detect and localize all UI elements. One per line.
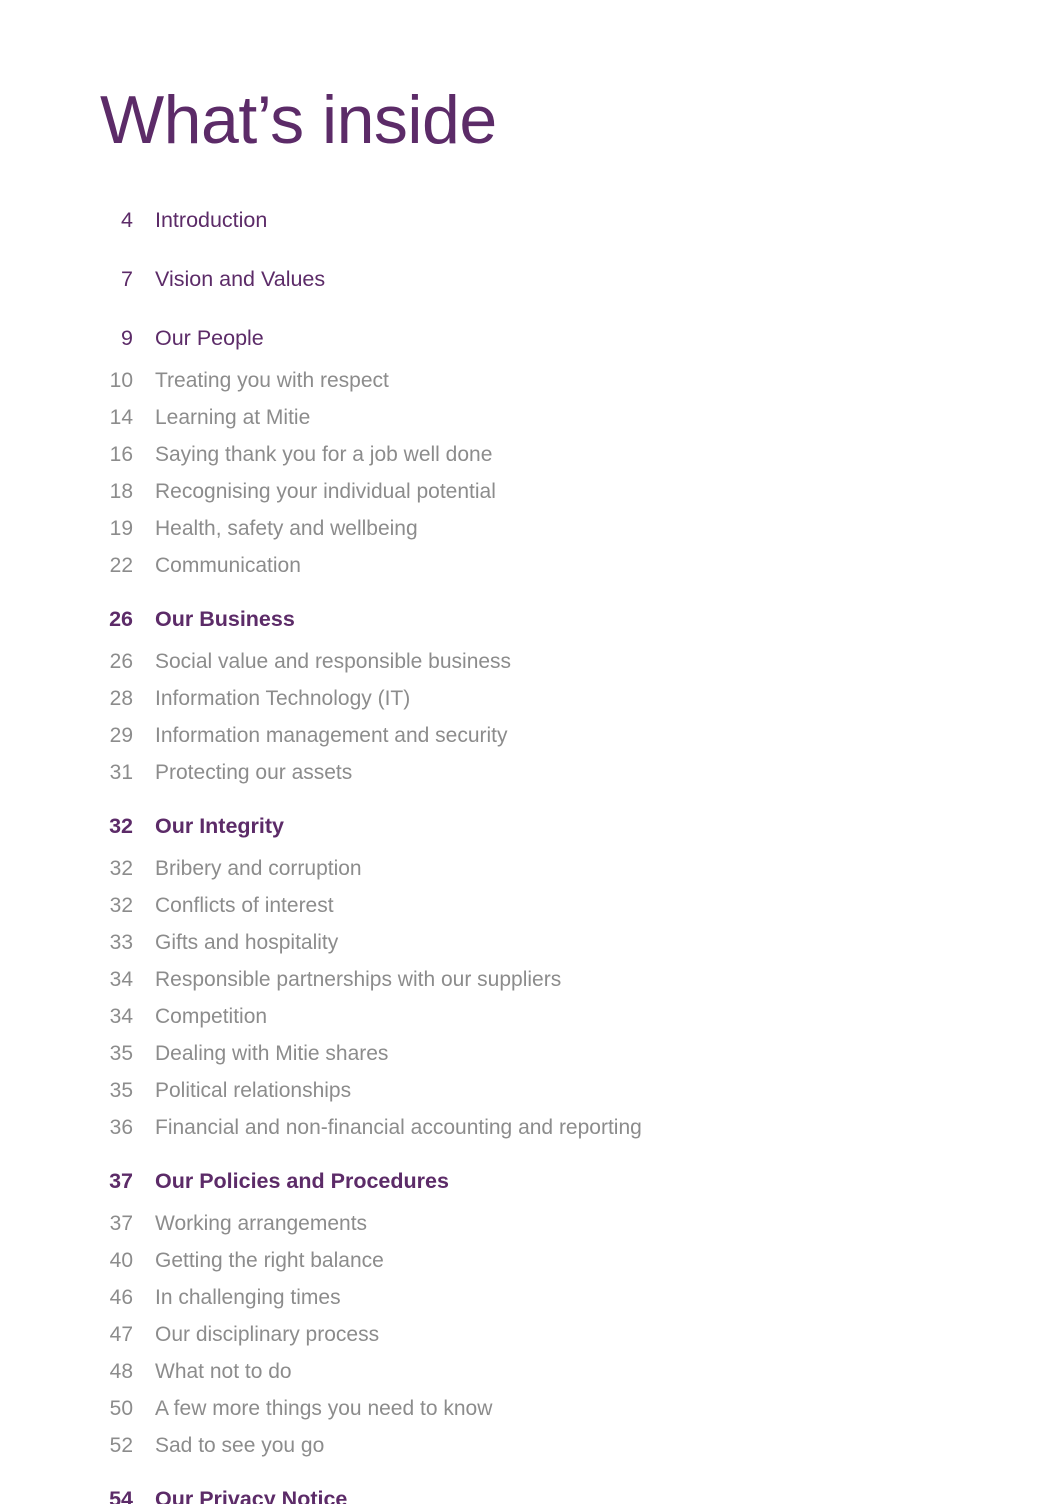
toc-page-number: 32 [109,814,133,838]
toc-entry-row[interactable]: 26 Social value and responsible business [100,643,920,680]
toc-entry-label: Social value and responsible business [155,650,512,673]
toc-section-row[interactable]: 26 Our Business [100,595,920,643]
toc-section-row[interactable]: 4 Introduction [100,196,920,244]
toc-entry-label: Our People [155,326,264,350]
toc-page-number: 34 [109,1005,133,1028]
toc-entry-label: Our disciplinary process [155,1323,380,1346]
toc-page-number: 37 [109,1212,133,1235]
toc-page-number: 34 [109,968,133,991]
toc-entry-label: Political relationships [155,1079,352,1102]
toc-section-row[interactable]: 54 Our Privacy Notice [100,1475,920,1504]
toc-entry-row[interactable]: 16 Saying thank you for a job well done [100,436,920,473]
toc-entry-label: Vision and Values [155,267,326,291]
toc-entry-label: Saying thank you for a job well done [155,443,493,466]
toc-section-row[interactable]: 37 Our Policies and Procedures [100,1157,920,1205]
toc-entry-row[interactable]: 35 Dealing with Mitie shares [100,1035,920,1072]
toc-section-row[interactable]: 7 Vision and Values [100,255,920,303]
toc-entry-label: A few more things you need to know [155,1397,493,1420]
toc-page-number: 9 [121,326,133,350]
toc-page-number: 26 [109,607,133,631]
toc-entry-row[interactable]: 32 Bribery and corruption [100,850,920,887]
toc-entry-row[interactable]: 18 Recognising your individual potential [100,473,920,510]
toc-entry-label: Our Policies and Procedures [155,1169,449,1193]
toc-page-number: 16 [109,443,133,466]
toc-page-number: 35 [109,1042,133,1065]
toc-entry-label: Dealing with Mitie shares [155,1042,389,1065]
toc-entry-label: Responsible partnerships with our suppli… [155,968,562,991]
toc-list: 4 Introduction 7 Vision and Values 9 Our Peop… [100,196,920,1504]
toc-entry-label: What not to do [155,1360,292,1383]
toc-entry-row[interactable]: 37 Working arrangements [100,1205,920,1242]
toc-entry-row[interactable]: 19 Health, safety and wellbeing [100,510,920,547]
toc-entry-row[interactable]: 35 Political relationships [100,1072,920,1109]
toc-entry-label: Our Business [155,607,295,631]
toc-page-number: 52 [109,1434,133,1457]
toc-page-number: 19 [109,517,133,540]
toc-page-number: 46 [109,1286,133,1309]
toc-page-number: 26 [109,650,133,673]
toc-entry-row[interactable]: 10 Treating you with respect [100,362,920,399]
toc-entry-label: In challenging times [155,1286,341,1309]
toc-page-number: 54 [109,1487,133,1504]
toc-entry-row[interactable]: 29 Information management and security [100,717,920,754]
page-title: What’s inside [100,82,497,158]
toc-entry-row[interactable]: 14 Learning at Mitie [100,399,920,436]
toc-page-number: 37 [109,1169,133,1193]
toc-entry-label: Information management and security [155,724,508,747]
toc-page-number: 31 [109,761,133,784]
toc-entry-label: Health, safety and wellbeing [155,517,418,540]
toc-section-row[interactable]: 32 Our Integrity [100,802,920,850]
toc-page-number: 40 [109,1249,133,1272]
toc-entry-label: Conflicts of interest [155,894,334,917]
toc-entry-label: Information Technology (IT) [155,687,411,710]
toc-entry-label: Gifts and hospitality [155,931,339,954]
toc-page-number: 35 [109,1079,133,1102]
toc-entry-label: Getting the right balance [155,1249,384,1272]
toc-entry-row[interactable]: 50 A few more things you need to know [100,1390,920,1427]
toc-page-number: 50 [109,1397,133,1420]
toc-entry-row[interactable]: 22 Communication [100,547,920,584]
toc-page-number: 14 [109,406,133,429]
toc-page-number: 33 [109,931,133,954]
toc-entry-row[interactable]: 52 Sad to see you go [100,1427,920,1464]
toc-entry-row[interactable]: 31 Protecting our assets [100,754,920,791]
toc-entry-label: Communication [155,554,301,577]
table-of-contents-page: What’s inside 4 Introduction 7 Vision and V… [0,0,1062,1504]
toc-page-number: 4 [121,208,133,232]
toc-page-number: 29 [109,724,133,747]
toc-entry-label: Financial and non-financial accounting a… [155,1116,642,1139]
toc-entry-label: Our Integrity [155,814,285,838]
toc-entry-row[interactable]: 34 Competition [100,998,920,1035]
toc-entry-label: Working arrangements [155,1212,368,1235]
toc-entry-label: Learning at Mitie [155,406,311,429]
toc-entry-row[interactable]: 32 Conflicts of interest [100,887,920,924]
toc-entry-label: Our Privacy Notice [155,1487,348,1504]
toc-page-number: 18 [109,480,133,503]
toc-page-number: 7 [121,267,133,291]
toc-page-number: 28 [109,687,133,710]
toc-entry-row[interactable]: 47 Our disciplinary process [100,1316,920,1353]
toc-entry-label: Protecting our assets [155,761,353,784]
toc-page-number: 36 [109,1116,133,1139]
toc-entry-row[interactable]: 34 Responsible partnerships with our supp… [100,961,920,998]
toc-entry-row[interactable]: 28 Information Technology (IT) [100,680,920,717]
toc-page-number: 32 [109,857,133,880]
toc-section-row[interactable]: 9 Our People [100,314,920,362]
toc-page-number: 10 [109,369,133,392]
toc-entry-row[interactable]: 40 Getting the right balance [100,1242,920,1279]
toc-page-number: 47 [109,1323,133,1346]
toc-entry-label: Introduction [155,208,268,232]
toc-entry-label: Recognising your individual potential [155,480,496,503]
toc-entry-label: Bribery and corruption [155,857,362,880]
toc-entry-label: Sad to see you go [155,1434,325,1457]
toc-page-number: 22 [109,554,133,577]
toc-entry-row[interactable]: 46 In challenging times [100,1279,920,1316]
toc-entry-label: Competition [155,1005,268,1028]
toc-entry-row[interactable]: 33 Gifts and hospitality [100,924,920,961]
toc-page-number: 32 [109,894,133,917]
toc-page-number: 48 [109,1360,133,1383]
toc-entry-label: Treating you with respect [155,369,389,392]
toc-entry-row[interactable]: 36 Financial and non-financial accounting… [100,1109,920,1146]
toc-entry-row[interactable]: 48 What not to do [100,1353,920,1390]
